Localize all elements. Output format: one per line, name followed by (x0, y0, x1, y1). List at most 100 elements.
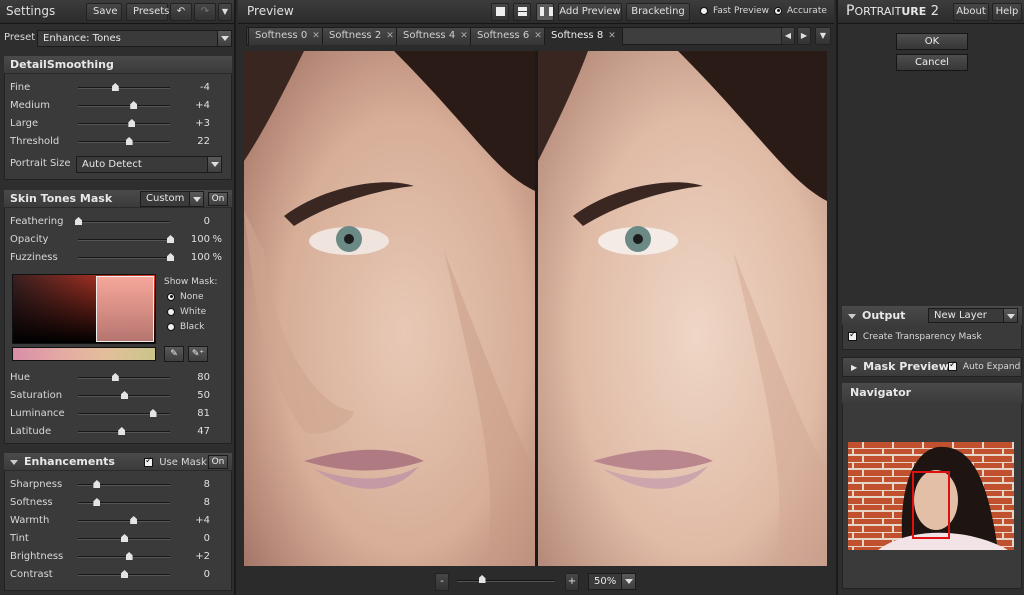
slider-knob[interactable] (149, 409, 157, 417)
chevron-down-icon[interactable] (217, 31, 231, 46)
chevron-down-icon[interactable] (189, 192, 203, 206)
preview-tab[interactable]: Softness 4 ✕ (396, 27, 475, 45)
chevron-down-icon[interactable] (207, 157, 221, 172)
eyedropper-plus-icon[interactable]: ✎⁺ (188, 346, 208, 362)
preset-dropdown[interactable]: Enhance: Tones (37, 30, 232, 47)
use-mask-checkbox[interactable]: Use Mask (144, 456, 207, 468)
slider-knob[interactable] (111, 373, 119, 381)
slider-knob[interactable] (125, 552, 133, 560)
zoom-slider-knob[interactable] (478, 575, 486, 583)
radio-icon[interactable] (700, 6, 708, 15)
radio-icon[interactable] (167, 307, 175, 316)
fast-preview-radio[interactable]: Fast Preview (700, 6, 769, 16)
preview-tab[interactable]: Softness 0 ✕ (248, 27, 327, 45)
slider-track[interactable] (78, 556, 170, 558)
settings-menu-icon[interactable]: ▼ (218, 3, 232, 21)
slider-knob[interactable] (121, 391, 128, 399)
mask-black-option[interactable]: Black (167, 322, 204, 332)
portrait-original (244, 51, 535, 566)
help-button[interactable]: Help (992, 3, 1022, 21)
slider-knob[interactable] (121, 534, 128, 542)
slider-track[interactable] (78, 257, 170, 259)
detail-smoothing-header[interactable]: DetailSmoothing (4, 56, 232, 74)
bracketing-button[interactable]: Bracketing (626, 3, 690, 21)
auto-expand-checkbox[interactable]: Auto Expand (948, 360, 1020, 372)
slider-track[interactable] (78, 123, 170, 125)
zoom-in-button[interactable]: + (565, 573, 579, 591)
tab-menu-icon[interactable]: ▼ (815, 27, 831, 45)
checkbox-icon[interactable] (144, 456, 153, 467)
redo-icon[interactable]: ↷ (194, 3, 216, 21)
split-divider[interactable] (535, 51, 538, 566)
collapse-icon[interactable] (848, 313, 856, 319)
close-icon[interactable]: ✕ (386, 31, 394, 41)
slider-knob[interactable] (130, 516, 138, 524)
save-button[interactable]: Save (86, 3, 122, 21)
zoom-out-button[interactable]: - (435, 573, 449, 591)
preview-tab[interactable]: Softness 6 ✕ (470, 27, 549, 45)
slider-track[interactable] (78, 377, 170, 379)
skin-tones-on-toggle[interactable]: On (208, 192, 228, 206)
radio-icon[interactable] (774, 6, 782, 15)
preview-image-softened[interactable] (538, 51, 827, 566)
close-icon[interactable]: ✕ (534, 31, 542, 41)
checkbox-icon[interactable] (848, 330, 857, 341)
slider-track[interactable] (78, 221, 170, 223)
checkbox-icon[interactable] (948, 360, 957, 371)
zoom-slider[interactable] (457, 580, 555, 582)
output-dropdown[interactable]: New Layer (928, 308, 1018, 323)
expand-icon[interactable]: ▶ (851, 363, 857, 372)
eyedropper-icon[interactable]: ✎ (164, 346, 184, 362)
accurate-radio[interactable]: Accurate (774, 6, 827, 16)
color-selection-box[interactable] (96, 276, 154, 342)
slider-knob[interactable] (111, 83, 119, 91)
cancel-button[interactable]: Cancel (896, 54, 968, 71)
skin-mode-dropdown[interactable]: Custom (140, 191, 204, 207)
slider-knob[interactable] (121, 570, 128, 578)
slider-track[interactable] (78, 87, 170, 89)
about-button[interactable]: About (953, 3, 989, 21)
slider-track[interactable] (78, 141, 170, 143)
mask-white-option[interactable]: White (167, 307, 206, 317)
radio-icon[interactable] (167, 322, 175, 331)
slider-knob[interactable] (125, 137, 133, 145)
slider-knob[interactable] (93, 498, 101, 506)
split-horizontal-icon[interactable] (513, 3, 531, 21)
mask-none-option[interactable]: None (167, 292, 203, 302)
slider-track[interactable] (78, 239, 170, 241)
close-icon[interactable]: ✕ (460, 31, 468, 41)
slider-knob[interactable] (93, 480, 101, 488)
slider-knob[interactable] (118, 427, 126, 435)
create-transparency-mask-checkbox[interactable]: Create Transparency Mask (848, 330, 982, 342)
single-view-icon[interactable] (491, 3, 509, 21)
close-icon[interactable]: ✕ (608, 31, 616, 41)
close-icon[interactable]: ✕ (312, 31, 320, 41)
zoom-dropdown[interactable]: 50% (588, 573, 636, 590)
undo-icon[interactable]: ↶ (170, 3, 192, 21)
tab-scroll-left-icon[interactable]: ◀ (781, 27, 795, 45)
navigator-viewport-box[interactable] (912, 471, 950, 539)
slider-track[interactable] (78, 105, 170, 107)
enhancements-on-toggle[interactable]: On (208, 455, 228, 469)
portrait-size-dropdown[interactable]: Auto Detect (76, 156, 222, 173)
preview-image-original[interactable] (244, 51, 535, 566)
slider-track[interactable] (78, 502, 170, 504)
chevron-down-icon[interactable] (621, 574, 635, 589)
slider-knob[interactable] (130, 101, 138, 109)
split-vertical-icon[interactable] (536, 3, 554, 21)
radio-icon[interactable] (167, 292, 175, 301)
slider-knob[interactable] (75, 217, 82, 225)
slider-knob[interactable] (128, 119, 136, 127)
ok-button[interactable]: OK (896, 33, 968, 50)
navigator-thumbnail[interactable] (848, 442, 1014, 550)
presets-button[interactable]: Presets (126, 3, 169, 21)
add-preview-button[interactable]: Add Preview (558, 3, 622, 21)
slider-track[interactable] (78, 484, 170, 486)
chevron-down-icon[interactable] (1003, 309, 1017, 322)
slider-track[interactable] (78, 520, 170, 522)
hue-range-bar[interactable] (12, 347, 156, 361)
preview-tab-active[interactable]: Softness 8 ✕ (544, 27, 623, 45)
tab-scroll-right-icon[interactable]: ▶ (797, 27, 811, 45)
preview-tab[interactable]: Softness 2 ✕ (322, 27, 401, 45)
collapse-icon[interactable] (10, 459, 18, 465)
